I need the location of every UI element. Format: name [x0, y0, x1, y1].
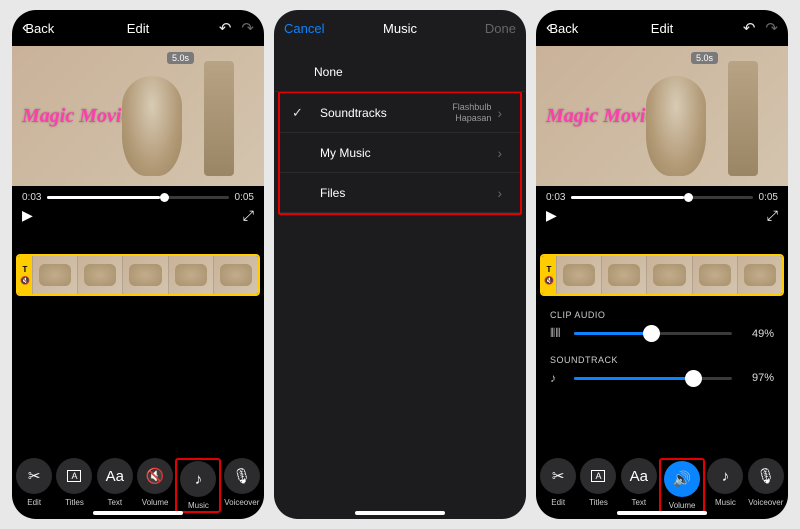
checkmark-icon: ✓ [292, 105, 303, 121]
music-picker-screen: Cancel Music Done None ✓ Soundtracks Fla… [274, 10, 526, 519]
home-indicator[interactable] [93, 511, 183, 515]
microphone-icon: 🎙 [232, 467, 251, 485]
tool-voiceover[interactable]: 🎙Voiceover [222, 458, 262, 513]
toolbar: ✂Edit ATitles AaText 🔇Volume ♪Music 🎙Voi… [12, 450, 264, 519]
tool-edit[interactable]: ✂Edit [14, 458, 54, 513]
navbar: ‹Back Edit ↶ ↷ [12, 10, 264, 46]
music-note-icon: ♪ [550, 371, 564, 385]
video-preview[interactable]: Magic Movie 5.0s [536, 46, 788, 186]
chevron-right-icon: › [497, 145, 502, 161]
music-option-soundtracks[interactable]: ✓ Soundtracks FlashbulbHapasan › [280, 93, 520, 133]
tool-edit[interactable]: ✂Edit [538, 458, 578, 513]
titles-icon: A [591, 470, 605, 482]
video-preview[interactable]: Magic Movie 5.0s [12, 46, 264, 186]
home-indicator[interactable] [355, 511, 445, 515]
tool-text[interactable]: AaText [619, 458, 659, 513]
tool-titles[interactable]: ATitles [54, 458, 94, 513]
overlay-title: Magic Movie [22, 105, 130, 128]
tool-volume[interactable]: 🔊Volume [662, 461, 702, 510]
redo-button[interactable]: ↷ [765, 19, 778, 37]
music-note-icon: ♪ [195, 471, 203, 488]
fullscreen-button[interactable]: ⤢ [243, 207, 254, 224]
redo-button[interactable]: ↷ [241, 19, 254, 37]
titles-icon: A [67, 470, 81, 482]
done-button[interactable]: Done [485, 21, 516, 36]
waveform-icon: ⦀⦀ [550, 326, 564, 341]
music-option-none[interactable]: None [274, 52, 526, 92]
duration-badge: 5.0s [167, 52, 194, 64]
home-indicator[interactable] [617, 511, 707, 515]
progress-bar[interactable]: 0:03 0:05 [536, 186, 788, 203]
duration-badge: 5.0s [691, 52, 718, 64]
tool-voiceover[interactable]: 🎙Voiceover [746, 458, 786, 513]
editor-screen-volume: ‹Back Edit ↶ ↷ Magic Movie 5.0s 0:03 0:0… [536, 10, 788, 519]
tool-text[interactable]: AaText [95, 458, 135, 513]
timeline-clip[interactable]: T🔇 [540, 254, 784, 296]
tool-titles[interactable]: ATitles [578, 458, 618, 513]
scratching-post [204, 61, 234, 176]
tool-music[interactable]: ♪Music [705, 458, 745, 513]
music-note-icon: ♪ [722, 468, 730, 485]
chevron-right-icon: › [497, 185, 502, 201]
fullscreen-button[interactable]: ⤢ [767, 207, 778, 224]
overlay-title: Magic Movie [546, 105, 654, 128]
highlight-music: ♪Music [175, 458, 221, 513]
navbar: Cancel Music Done [274, 10, 526, 46]
progress-bar[interactable]: 0:03 0:05 [12, 186, 264, 203]
time-total: 0:05 [759, 192, 778, 203]
highlight-volume: 🔊Volume [659, 458, 705, 513]
soundtrack-slider[interactable]: ♪ 97% [550, 371, 774, 385]
cat-subject [122, 76, 182, 176]
screen-title: Edit [127, 21, 149, 36]
time-elapsed: 0:03 [546, 192, 565, 203]
audio-sliders: CLIP AUDIO ⦀⦀ 49% SOUNDTRACK ♪ 97% [536, 296, 788, 385]
back-button[interactable]: ‹Back [22, 19, 54, 37]
clip-audio-slider[interactable]: ⦀⦀ 49% [550, 326, 774, 341]
back-button[interactable]: ‹Back [546, 19, 578, 37]
play-button[interactable]: ▶ [546, 207, 557, 224]
clip-marker: T🔇 [542, 256, 556, 294]
editor-screen-1: ‹Back Edit ↶ ↷ Magic Movie 5.0s 0:03 0:0… [12, 10, 264, 519]
soundtrack-label: SOUNDTRACK [550, 355, 774, 365]
undo-button[interactable]: ↶ [219, 19, 232, 37]
play-button[interactable]: ▶ [22, 207, 33, 224]
music-list: None ✓ Soundtracks FlashbulbHapasan › My… [274, 46, 526, 214]
screen-title: Music [383, 21, 417, 36]
scratching-post [728, 61, 758, 176]
volume-muted-icon: 🔇 [146, 467, 165, 485]
cancel-button[interactable]: Cancel [284, 21, 324, 36]
scissors-icon: ✂ [28, 467, 41, 485]
highlight-music-options: ✓ Soundtracks FlashbulbHapasan › My Musi… [278, 91, 522, 215]
toolbar: ✂Edit ATitles AaText 🔊Volume ♪Music 🎙Voi… [536, 450, 788, 519]
music-option-files[interactable]: Files › [280, 173, 520, 213]
screen-title: Edit [651, 21, 673, 36]
text-icon: Aa [106, 468, 124, 485]
microphone-icon: 🎙 [756, 467, 775, 485]
text-icon: Aa [630, 468, 648, 485]
clip-audio-label: CLIP AUDIO [550, 310, 774, 320]
clip-marker: T🔇 [18, 256, 32, 294]
tool-music[interactable]: ♪Music [178, 461, 218, 510]
timeline-clip[interactable]: T🔇 [16, 254, 260, 296]
scissors-icon: ✂ [552, 467, 565, 485]
tool-volume[interactable]: 🔇Volume [135, 458, 175, 513]
volume-icon: 🔊 [673, 470, 692, 488]
navbar: ‹Back Edit ↶ ↷ [536, 10, 788, 46]
time-total: 0:05 [235, 192, 254, 203]
cat-subject [646, 76, 706, 176]
chevron-right-icon: › [497, 105, 502, 121]
music-option-my-music[interactable]: My Music › [280, 133, 520, 173]
undo-button[interactable]: ↶ [743, 19, 756, 37]
time-elapsed: 0:03 [22, 192, 41, 203]
